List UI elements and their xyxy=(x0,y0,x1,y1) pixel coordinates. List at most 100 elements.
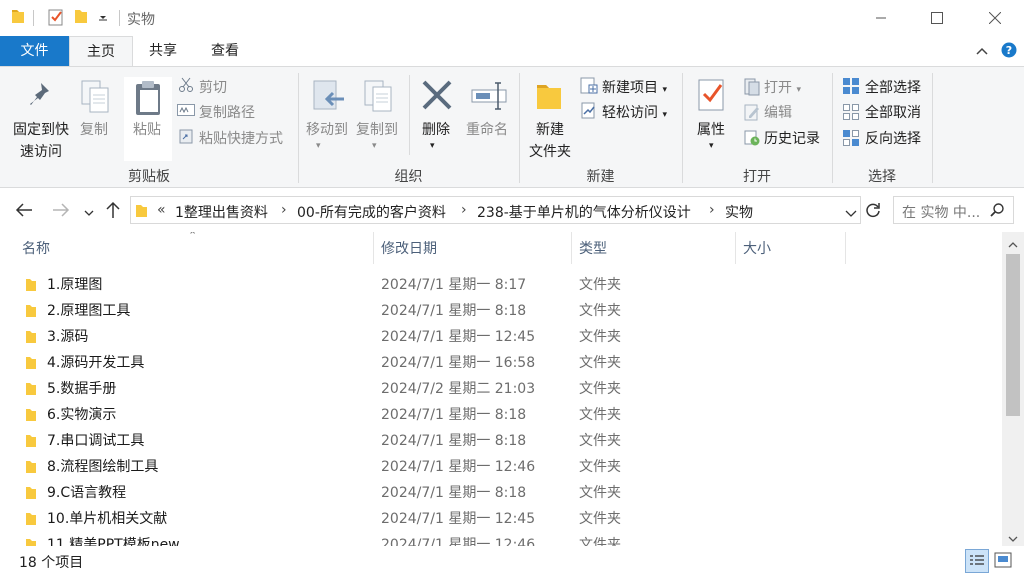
file-row[interactable]: 8.流程图绘制工具 2024/7/1 星期一 12:46 文件夹 xyxy=(0,453,1002,479)
file-name: 1.原理图 xyxy=(47,277,103,293)
paste-button[interactable]: 粘贴 xyxy=(133,119,161,139)
address-dropdown-icon[interactable] xyxy=(845,207,857,222)
tab-view[interactable]: 查看 xyxy=(195,36,255,66)
history-button[interactable]: 历史记录 xyxy=(764,128,820,148)
file-modified: 2024/7/1 星期一 8:18 xyxy=(381,485,527,501)
invert-selection-icon xyxy=(843,130,859,150)
svg-text:?: ? xyxy=(1006,44,1012,57)
file-row[interactable]: 2.原理图工具 2024/7/1 星期一 8:18 文件夹 xyxy=(0,297,1002,323)
breadcrumb-current[interactable]: 实物 xyxy=(725,202,753,222)
delete-button[interactable]: 删除 xyxy=(422,119,450,139)
delete-icon xyxy=(421,79,453,115)
scroll-down-icon[interactable] xyxy=(1008,532,1018,547)
organize-group-label: 组织 xyxy=(394,169,423,185)
file-name: 2.原理图工具 xyxy=(47,303,131,319)
help-icon[interactable]: ? xyxy=(1001,42,1017,62)
scrollbar-thumb[interactable] xyxy=(1006,254,1020,416)
new-folder-button[interactable]: 新建 文件夹 xyxy=(529,119,571,161)
tab-file[interactable]: 文件 xyxy=(0,36,69,66)
file-row[interactable]: 7.串口调试工具 2024/7/1 星期一 8:18 文件夹 xyxy=(0,427,1002,453)
forward-arrow-icon[interactable] xyxy=(52,202,70,222)
column-header-modified[interactable]: 修改日期 xyxy=(381,238,437,258)
up-arrow-icon[interactable] xyxy=(105,201,121,223)
breadcrumb-overflow[interactable]: « xyxy=(157,202,166,218)
file-type: 文件夹 xyxy=(579,303,621,319)
refresh-icon[interactable] xyxy=(865,202,881,222)
rename-button[interactable]: 重命名 xyxy=(466,119,508,139)
breadcrumb-item[interactable]: 1整理出售资料 xyxy=(175,202,268,222)
folder-icon xyxy=(25,538,37,546)
minimize-button[interactable] xyxy=(852,0,910,36)
file-row[interactable]: 9.C语言教程 2024/7/1 星期一 8:18 文件夹 xyxy=(0,479,1002,505)
close-button[interactable] xyxy=(966,0,1024,36)
easy-access-icon xyxy=(580,102,598,124)
easy-access-button[interactable]: 轻松访问 ▾ xyxy=(602,102,667,122)
column-header-type[interactable]: 类型 xyxy=(579,238,607,258)
recent-locations-chevron-icon[interactable] xyxy=(84,206,94,221)
collapse-ribbon-icon[interactable] xyxy=(976,45,988,60)
search-box[interactable]: 在 实物 中... xyxy=(893,196,1014,224)
move-to-button[interactable]: 移动到 xyxy=(306,119,348,139)
tab-share[interactable]: 共享 xyxy=(133,36,193,66)
ribbon-tabs: 文件 主页 共享 查看 ? xyxy=(0,36,1024,67)
file-type: 文件夹 xyxy=(579,511,621,527)
paste-shortcut-icon xyxy=(179,128,193,148)
file-row[interactable]: 11.精美PPT模板new 2024/7/1 星期一 12:46 文件夹 xyxy=(0,531,1002,546)
copy-to-chevron-icon: ▾ xyxy=(372,141,377,151)
large-icons-view-button[interactable] xyxy=(994,552,1012,572)
breadcrumb-item[interactable]: 238-基于单片机的气体分析仪设计 xyxy=(477,202,691,222)
new-group-label: 新建 xyxy=(586,169,615,185)
file-row[interactable]: 5.数据手册 2024/7/2 星期二 21:03 文件夹 xyxy=(0,375,1002,401)
cut-button[interactable]: 剪切 xyxy=(199,77,227,97)
file-name: 6.实物演示 xyxy=(47,407,117,423)
file-row[interactable]: 4.源码开发工具 2024/7/1 星期一 16:58 文件夹 xyxy=(0,349,1002,375)
copy-path-button[interactable]: 复制路径 xyxy=(199,102,255,122)
ribbon: 固定到快 速访问 复制 粘贴 剪切 复制路径 粘贴快捷方式 剪贴板 移动到 ▾ 复… xyxy=(0,66,1024,188)
folder-icon xyxy=(25,512,37,530)
edit-button[interactable]: 编辑 xyxy=(764,102,792,122)
properties-button[interactable]: 属性 xyxy=(697,119,725,139)
file-row[interactable]: 1.原理图 2024/7/1 星期一 8:17 文件夹 xyxy=(0,271,1002,297)
column-header-size[interactable]: 大小 xyxy=(743,238,771,258)
scroll-up-icon[interactable] xyxy=(1008,238,1018,253)
tab-home[interactable]: 主页 xyxy=(69,36,133,67)
delete-chevron-icon: ▾ xyxy=(430,141,435,151)
invert-selection-button[interactable]: 反向选择 xyxy=(865,128,921,148)
folder-icon xyxy=(25,278,37,296)
file-type: 文件夹 xyxy=(579,459,621,475)
copy-to-button[interactable]: 复制到 xyxy=(356,119,398,139)
file-modified: 2024/7/1 星期一 8:18 xyxy=(381,407,527,423)
select-none-button[interactable]: 全部取消 xyxy=(865,102,921,122)
file-row[interactable]: 3.源码 2024/7/1 星期一 12:45 文件夹 xyxy=(0,323,1002,349)
open-group-label: 打开 xyxy=(743,169,771,185)
chevron-right-icon[interactable]: › xyxy=(281,202,287,218)
new-item-button[interactable]: 新建项目 ▾ xyxy=(602,77,667,97)
properties-quick-icon[interactable] xyxy=(48,8,64,30)
file-type: 文件夹 xyxy=(579,485,621,501)
paste-shortcut-button[interactable]: 粘贴快捷方式 xyxy=(199,128,283,148)
select-group-label: 选择 xyxy=(868,169,896,185)
search-icon[interactable] xyxy=(990,203,1004,221)
pin-quick-access-button[interactable]: 固定到快 速访问 xyxy=(10,119,72,161)
open-button[interactable]: 打开 ▾ xyxy=(764,77,801,97)
breadcrumb-item[interactable]: 00-所有完成的客户资料 xyxy=(297,202,446,222)
customize-chevron-icon[interactable] xyxy=(98,12,108,27)
file-modified: 2024/7/1 星期一 12:46 xyxy=(381,537,536,546)
details-view-button[interactable] xyxy=(965,549,989,573)
back-arrow-icon[interactable] xyxy=(15,202,33,222)
new-folder-quick-icon[interactable] xyxy=(74,8,88,28)
copy-button[interactable]: 复制 xyxy=(80,119,108,139)
column-header-name[interactable]: 名称 xyxy=(22,238,50,258)
copy-path-icon xyxy=(177,104,195,120)
select-all-button[interactable]: 全部选择 xyxy=(865,77,921,97)
file-row[interactable]: 6.实物演示 2024/7/1 星期一 8:18 文件夹 xyxy=(0,401,1002,427)
chevron-right-icon[interactable]: › xyxy=(461,202,467,218)
address-bar[interactable]: « 1整理出售资料 › 00-所有完成的客户资料 › 238-基于单片机的气体分… xyxy=(130,196,861,224)
maximize-button[interactable] xyxy=(908,0,966,36)
chevron-right-icon[interactable]: › xyxy=(709,202,715,218)
close-icon xyxy=(989,12,1001,24)
file-row[interactable]: 10.单片机相关文献 2024/7/1 星期一 12:45 文件夹 xyxy=(0,505,1002,531)
vertical-scrollbar[interactable] xyxy=(1002,232,1024,546)
file-type: 文件夹 xyxy=(579,407,621,423)
folder-icon xyxy=(25,382,37,400)
